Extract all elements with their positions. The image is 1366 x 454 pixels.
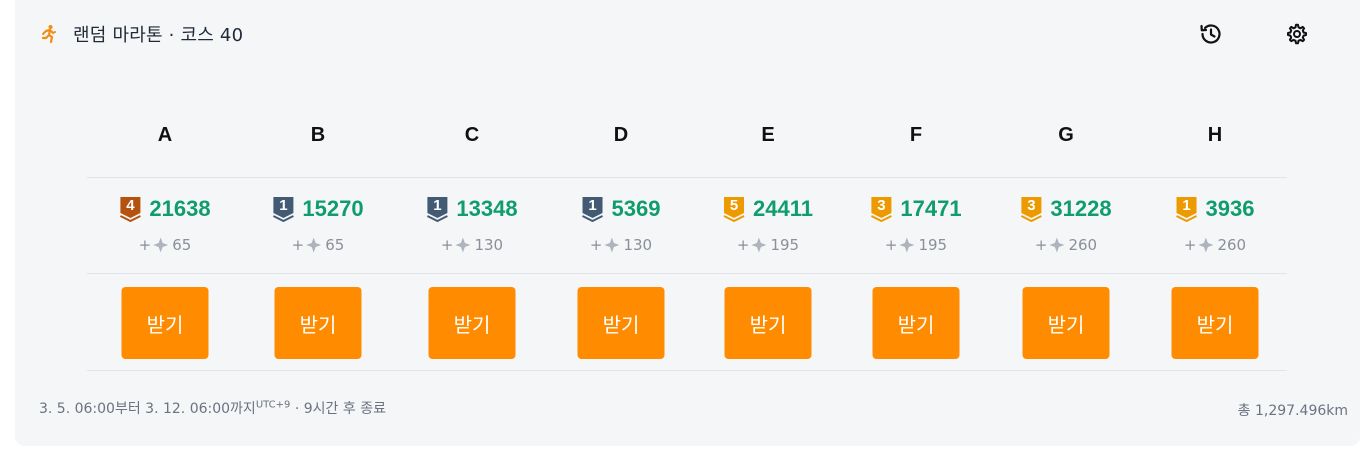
sparkle-icon (898, 237, 914, 253)
column-label: C (464, 124, 480, 146)
tier-badge-icon: 1 (582, 196, 604, 222)
reward-row: +195 (885, 236, 947, 254)
period-text: 3. 5. 06:00부터 3. 12. 06:00까지 (39, 401, 256, 417)
score-value: 3936 (1205, 196, 1255, 221)
reward-prefix: + (884, 236, 898, 254)
gear-icon (1287, 23, 1307, 45)
marathon-card: 랜덤 마라톤 · 코스 40 A 4 21638 +65 받기 B 1 15270 +65 받기 C… (15, 0, 1360, 446)
tier-number: 1 (279, 197, 288, 214)
sparkle-icon (1197, 237, 1213, 253)
tier-badge-icon: 3 (870, 196, 892, 222)
reward-row: +260 (1035, 236, 1097, 254)
period-info: 3. 5. 06:00부터 3. 12. 06:00까지UTC+9 · 9시간 … (39, 398, 386, 418)
score-value: 24411 (753, 196, 813, 221)
reward-value: 195 (918, 236, 948, 254)
reward-row: +65 (139, 236, 192, 254)
claim-button[interactable]: 받기 (724, 287, 812, 359)
column-label: F (909, 124, 923, 146)
reward-row: +260 (1184, 236, 1246, 254)
tier-badge-icon: 1 (1176, 196, 1198, 222)
tier-number: 1 (433, 197, 442, 214)
reward-value: 260 (1217, 236, 1247, 254)
history-button[interactable] (1197, 20, 1225, 48)
tier-badge-icon: 5 (723, 196, 745, 222)
score-row: 3 17471 (870, 196, 962, 222)
tier-badge-icon: 1 (272, 196, 294, 222)
reward-prefix: + (138, 236, 152, 254)
claim-button[interactable]: 받기 (1171, 287, 1259, 359)
tier-badge-icon: 1 (426, 196, 448, 222)
score-value: 15270 (302, 196, 364, 221)
remaining-text: · 9시간 후 종료 (290, 401, 386, 417)
score-row: 1 15270 (272, 196, 364, 222)
reward-value: 65 (325, 236, 345, 254)
sparkle-icon (1048, 237, 1064, 253)
reward-prefix: + (440, 236, 454, 254)
claim-button[interactable]: 받기 (274, 287, 362, 359)
column-label: D (613, 124, 629, 146)
column-label: B (310, 124, 326, 146)
tier-badge-icon: 4 (119, 196, 141, 222)
reward-prefix: + (291, 236, 305, 254)
tier-number: 3 (877, 197, 886, 214)
tier-number: 1 (588, 197, 597, 214)
tier-number: 4 (126, 197, 135, 214)
settings-button[interactable] (1283, 20, 1311, 48)
score-value: 17471 (900, 196, 962, 221)
reward-prefix: + (736, 236, 750, 254)
score-value: 31228 (1050, 196, 1112, 221)
reward-value: 130 (623, 236, 653, 254)
sparkle-icon (750, 237, 766, 253)
claim-button[interactable]: 받기 (1022, 287, 1110, 359)
score-row: 5 24411 (723, 196, 813, 222)
reward-value: 195 (770, 236, 800, 254)
column-label: H (1207, 124, 1223, 146)
timezone-label: UTC+9 (255, 399, 291, 411)
divider-middle (87, 273, 1287, 274)
reward-prefix: + (1183, 236, 1197, 254)
tier-badge-icon: 3 (1020, 196, 1042, 222)
score-row: 1 3936 (1176, 196, 1255, 222)
claim-button[interactable]: 받기 (428, 287, 516, 359)
page-title: 랜덤 마라톤 · 코스 40 (73, 25, 244, 46)
divider-top (87, 177, 1287, 178)
reward-value: 65 (172, 236, 192, 254)
reward-row: +65 (292, 236, 345, 254)
reward-prefix: + (1034, 236, 1048, 254)
reward-value: 260 (1068, 236, 1098, 254)
card-header: 랜덤 마라톤 · 코스 40 (37, 20, 243, 48)
runner-icon (37, 23, 59, 45)
total-distance: 총 1,297.496km (1237, 403, 1348, 419)
sparkle-icon (305, 237, 321, 253)
claim-button[interactable]: 받기 (577, 287, 665, 359)
reward-row: +195 (737, 236, 799, 254)
score-row: 1 5369 (582, 196, 661, 222)
sparkle-icon (603, 237, 619, 253)
tier-number: 3 (1027, 197, 1036, 214)
score-row: 4 21638 (119, 196, 211, 222)
column-label: E (761, 124, 775, 146)
claim-button[interactable]: 받기 (872, 287, 960, 359)
tier-number: 5 (729, 197, 739, 214)
sparkle-icon (152, 237, 168, 253)
column-label: A (157, 124, 173, 146)
score-value: 21638 (149, 196, 211, 221)
tier-number: 1 (1182, 197, 1191, 214)
score-value: 5369 (611, 196, 661, 221)
sparkle-icon (454, 237, 470, 253)
reward-value: 130 (474, 236, 504, 254)
reward-row: +130 (441, 236, 503, 254)
claim-button[interactable]: 받기 (121, 287, 209, 359)
column-label: G (1058, 124, 1074, 146)
score-row: 3 31228 (1020, 196, 1112, 222)
reward-row: +130 (590, 236, 652, 254)
score-row: 1 13348 (426, 196, 518, 222)
score-value: 13348 (456, 196, 518, 221)
divider-bottom (87, 370, 1287, 371)
history-icon (1200, 24, 1221, 44)
reward-prefix: + (589, 236, 603, 254)
